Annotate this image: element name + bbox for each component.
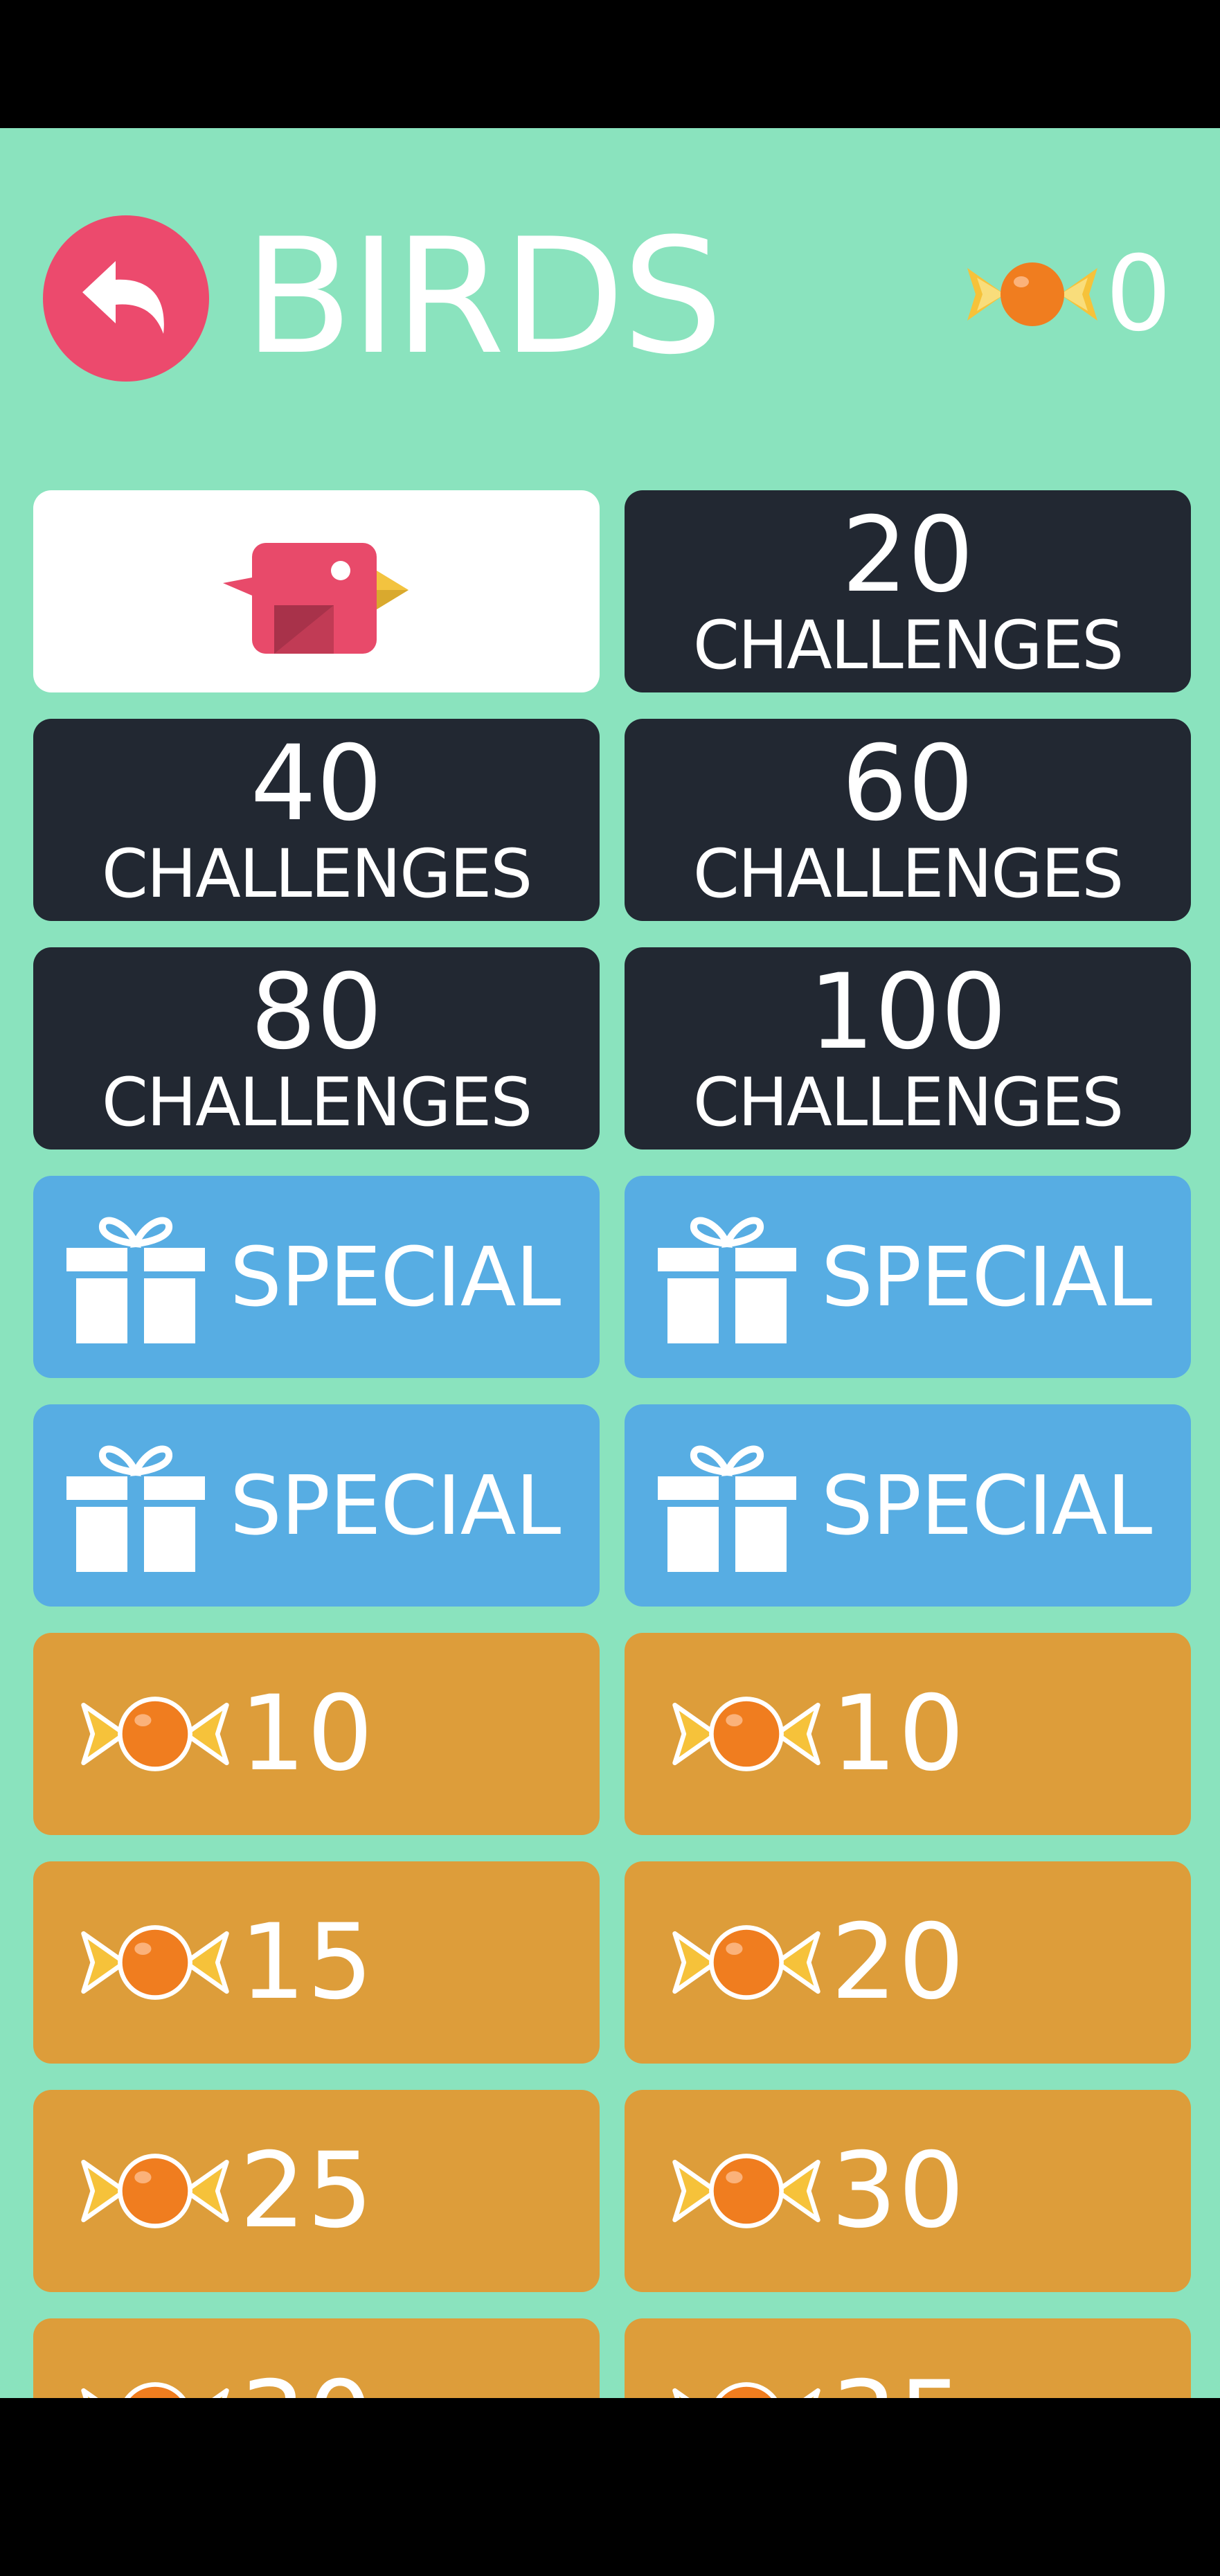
- candy-price: 25: [240, 2131, 375, 2251]
- candy-price: 30: [240, 2359, 375, 2398]
- tile-special[interactable]: SPECIAL: [33, 1404, 600, 1607]
- tile-selected-bird[interactable]: [33, 490, 600, 692]
- special-label: SPECIAL: [821, 1458, 1152, 1553]
- tile-candy-price[interactable]: 35: [625, 2318, 1191, 2398]
- challenge-count: 60: [841, 724, 974, 844]
- candy-icon: [672, 2154, 820, 2228]
- candy-price: 20: [831, 1902, 966, 2023]
- tile-candy-price[interactable]: 20: [625, 1861, 1191, 2064]
- tile-candy-price[interactable]: 30: [625, 2090, 1191, 2292]
- candy-icon: [672, 1697, 820, 1771]
- gift-icon: [658, 1445, 796, 1572]
- candy-icon: [81, 1697, 229, 1771]
- special-label: SPECIAL: [821, 1229, 1152, 1325]
- back-button[interactable]: [43, 215, 209, 382]
- tile-candy-price[interactable]: 30: [33, 2318, 600, 2398]
- challenge-count: 80: [250, 952, 383, 1073]
- bird-icon: [223, 543, 409, 654]
- candy-icon: [81, 2382, 229, 2398]
- candy-price: 15: [240, 1902, 375, 2023]
- tile-candy-price[interactable]: 10: [625, 1633, 1191, 1835]
- candy-icon: [81, 1925, 229, 2000]
- tile-special[interactable]: SPECIAL: [625, 1404, 1191, 1607]
- tile-challenge-80[interactable]: 80 CHALLENGES: [33, 947, 600, 1150]
- challenge-count: 100: [808, 952, 1007, 1073]
- gift-icon: [66, 1445, 205, 1572]
- candy-counter: 0: [963, 239, 1172, 350]
- challenge-label: CHALLENGES: [692, 835, 1124, 913]
- challenge-count: 40: [250, 724, 383, 844]
- gift-icon: [658, 1217, 796, 1343]
- candy-price: 10: [240, 1674, 375, 1794]
- challenge-label: CHALLENGES: [692, 1064, 1124, 1141]
- tile-candy-price[interactable]: 25: [33, 2090, 600, 2292]
- tile-challenge-60[interactable]: 60 CHALLENGES: [625, 719, 1191, 921]
- tile-challenge-100[interactable]: 100 CHALLENGES: [625, 947, 1191, 1150]
- tile-special[interactable]: SPECIAL: [33, 1176, 600, 1378]
- candy-icon: [672, 2382, 820, 2398]
- special-label: SPECIAL: [230, 1458, 561, 1553]
- candy-icon: [81, 2154, 229, 2228]
- tile-challenge-20[interactable]: 20 CHALLENGES: [625, 490, 1191, 692]
- tile-candy-price[interactable]: 10: [33, 1633, 600, 1835]
- back-arrow-icon: [82, 261, 164, 334]
- candy-icon: [967, 262, 1097, 326]
- tile-challenge-40[interactable]: 40 CHALLENGES: [33, 719, 600, 921]
- tile-special[interactable]: SPECIAL: [625, 1176, 1191, 1378]
- challenge-label: CHALLENGES: [101, 1064, 532, 1141]
- challenge-label: CHALLENGES: [692, 607, 1124, 684]
- tile-candy-price[interactable]: 15: [33, 1861, 600, 2064]
- special-label: SPECIAL: [230, 1229, 561, 1325]
- candy-price: 35: [831, 2359, 966, 2398]
- candy-price: 30: [831, 2131, 966, 2251]
- candy-icon: [672, 1925, 820, 2000]
- candy-count: 0: [1105, 234, 1172, 355]
- game-screen: BIRDS 0 20 CHALLENGES 40 CHALLENGES 60 C…: [0, 128, 1220, 2398]
- candy-price: 10: [831, 1674, 966, 1794]
- challenge-label: CHALLENGES: [101, 835, 532, 913]
- page-title: BIRDS: [244, 205, 724, 390]
- gift-icon: [66, 1217, 205, 1343]
- challenge-count: 20: [841, 495, 974, 616]
